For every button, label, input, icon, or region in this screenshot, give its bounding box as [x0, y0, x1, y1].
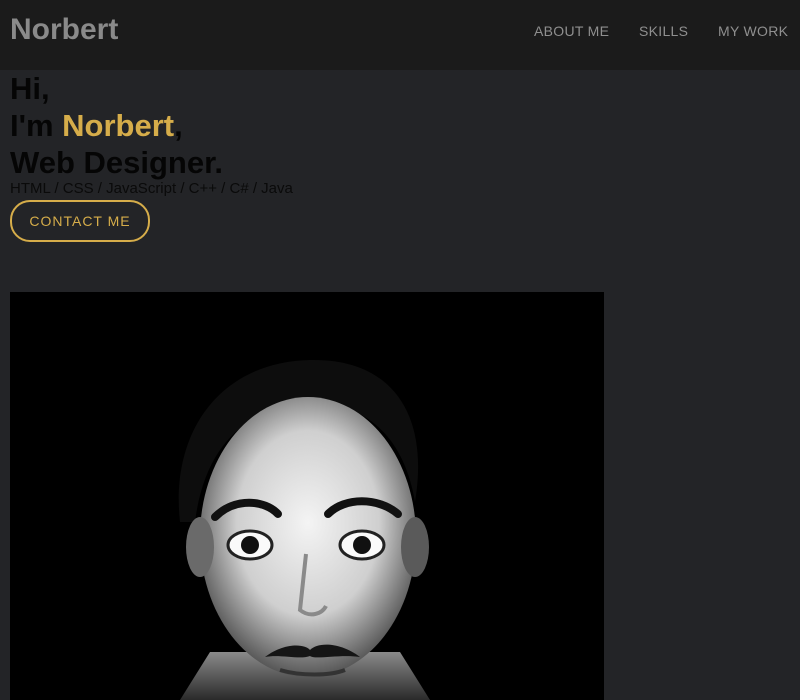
portrait-photo	[10, 292, 604, 700]
nav-link-my-work[interactable]: MY WORK	[718, 23, 788, 39]
hero-intro: I'm Norbert,	[10, 107, 223, 144]
navbar: Norbert ABOUT ME SKILLS MY WORK	[0, 0, 800, 70]
tech-list: HTML / CSS / JavaScript / C++ / C# / Jav…	[10, 180, 293, 197]
portrait-illustration	[10, 292, 604, 700]
hero-name: Norbert	[62, 108, 175, 143]
brand-logo[interactable]: Norbert	[10, 13, 118, 47]
hero-greeting: Hi,	[10, 71, 50, 106]
hero-intro-suffix: ,	[174, 108, 183, 143]
nav-link-about-me[interactable]: ABOUT ME	[534, 23, 609, 39]
hero-intro-prefix: I'm	[10, 108, 63, 143]
nav-link-skills[interactable]: SKILLS	[639, 23, 688, 39]
contact-me-button[interactable]: CONTACT ME	[10, 200, 150, 242]
hero-heading: Hi, I'm Norbert, Web Designer.	[10, 70, 223, 181]
hero-role: Web Designer.	[10, 145, 224, 180]
